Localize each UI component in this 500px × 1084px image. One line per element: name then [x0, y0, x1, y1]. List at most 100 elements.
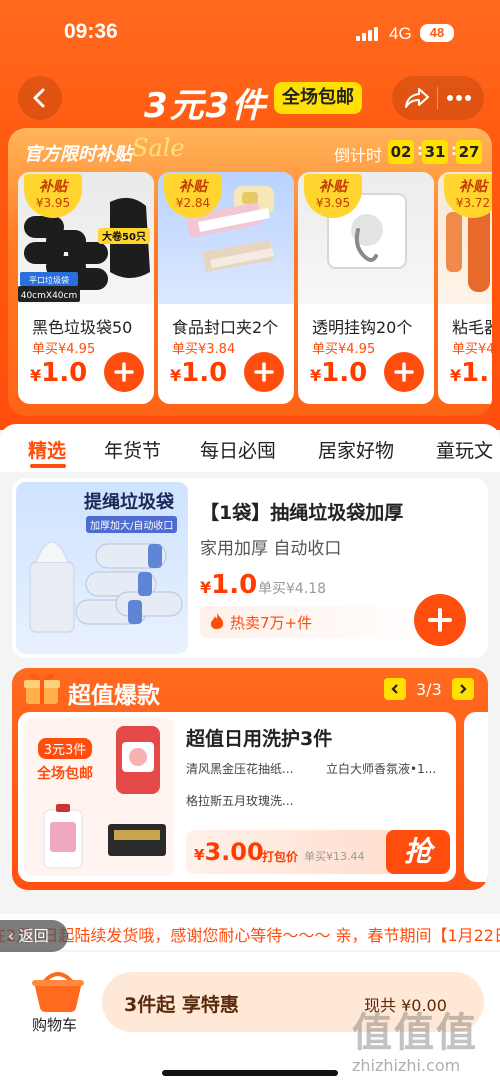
shampoo-bottle-image — [43, 804, 83, 869]
deal-price: ¥3.00 — [194, 838, 264, 866]
action-divider — [437, 87, 439, 109]
image-badge-text: 大卷50只 — [102, 230, 146, 243]
tab-active-indicator — [30, 464, 66, 468]
grab-button[interactable]: 抢 — [386, 830, 450, 874]
battery-icon: 48 — [420, 24, 454, 42]
countdown-seconds: 27 — [456, 140, 482, 164]
deal-tag-top: 3元3件 — [37, 738, 93, 759]
return-label: 返回 — [18, 927, 49, 945]
checkout-label: 3件起 享特惠 — [124, 994, 239, 1016]
price-value: 1.0 — [211, 570, 258, 600]
plus-icon — [254, 362, 274, 382]
subsidy-tag-label: 补贴 — [179, 179, 207, 195]
featured-product-name: 【1袋】抽绳垃圾袋加厚 — [200, 502, 404, 524]
hot-sales-text: 热卖7万+件 — [230, 614, 313, 632]
fire-icon — [210, 613, 224, 630]
hot-deals-section: 超值爆款 3/3 3元3件 全场包邮 超值日用洗护3件 清风黑金压花抽纸... … — [12, 668, 488, 890]
deals-pagination: 3/3 — [416, 680, 442, 699]
countdown-hours: 02 — [388, 140, 414, 164]
subsidy-amount: ¥2.84 — [175, 196, 211, 210]
category-tabs: 精选 年货节 每日必囤 居家好物 童玩文 — [0, 424, 500, 472]
price-value: 1.0 — [181, 358, 228, 388]
watermark-logo: 值值值 — [352, 1010, 478, 1056]
deals-title: 超值爆款 — [68, 683, 160, 709]
deal-shipping-tag: 3元3件 全场包邮 — [30, 738, 100, 786]
network-type: 4G — [389, 24, 412, 43]
subsidy-tag-label: 补贴 — [319, 179, 347, 195]
deal-card[interactable]: 3元3件 全场包邮 超值日用洗护3件 清风黑金压花抽纸... 立白大师香氛液•1… — [18, 712, 456, 882]
status-time: 09:36 — [64, 20, 118, 43]
deal-pack-label: 打包价 — [262, 850, 299, 864]
tab-daily[interactable]: 每日必囤 — [200, 436, 276, 463]
product-name: 粘毛器 — [452, 318, 492, 337]
subsidy-section: 官方限时补贴 Sale 倒计时 02 : 31 : 27 大卷50只 平口垃圾袋… — [8, 128, 492, 416]
watermark-url: zhizhizhi.com — [352, 1056, 461, 1075]
signal-icon — [356, 27, 378, 41]
image-type-text: 平口垃圾袋 — [29, 275, 69, 285]
price-value: 1.0 — [321, 358, 368, 388]
product-price: ¥1.0 — [170, 358, 228, 388]
deal-tag-bottom: 全场包邮 — [37, 766, 93, 782]
product-name: 透明挂钩20个 — [312, 318, 413, 337]
tab-featured[interactable]: 精选 — [28, 436, 66, 463]
deal-name: 超值日用洗护3件 — [186, 728, 333, 750]
back-button[interactable] — [18, 76, 62, 120]
more-icon[interactable] — [446, 94, 472, 102]
header-actions — [392, 76, 484, 120]
subsidy-product-card[interactable]: 大卷50只 平口垃圾袋 40cmX40cm 补贴 ¥3.95 黑色垃圾袋50 单… — [18, 172, 154, 404]
tissue-box-image — [108, 824, 166, 856]
deal-item: 清风黑金压花抽纸... — [186, 762, 294, 776]
share-icon[interactable] — [404, 87, 430, 109]
product-price: ¥1.0 — [30, 358, 88, 388]
add-to-cart-button[interactable] — [104, 352, 144, 392]
tab-new-year[interactable]: 年货节 — [104, 436, 161, 463]
plus-icon — [394, 362, 414, 382]
next-deal-card-peek[interactable] — [464, 712, 488, 882]
featured-product-image: 提绳垃圾袋 加厚加大/自动收口 — [16, 482, 188, 654]
cart-label: 购物车 — [32, 1016, 78, 1034]
notice-ticker: 在2月1日起陆续发货哦，感谢您耐心等待～～～ 亲，春节期间【1月22日 — [0, 914, 500, 950]
return-button[interactable]: ‹ 返回 — [0, 920, 68, 952]
sale-script: Sale — [132, 134, 185, 162]
ticker-text: 在2月1日起陆续发货哦，感谢您耐心等待～～～ 亲，春节期间【1月22日 — [0, 926, 500, 945]
tab-home[interactable]: 居家好物 — [318, 436, 394, 463]
price-value: 1.0 — [41, 358, 88, 388]
deal-item: 格拉斯五月玫瑰洗... — [186, 794, 294, 808]
featured-product-card[interactable]: 提绳垃圾袋 加厚加大/自动收口 【1袋】抽绳垃圾袋加厚 家用加厚 自动收口 ¥1… — [12, 478, 488, 658]
chevron-left-icon — [391, 684, 398, 694]
subsidy-amount: ¥3.95 — [35, 196, 71, 210]
featured-price: ¥1.0 — [200, 570, 258, 600]
chevron-left-icon — [33, 88, 45, 108]
product-price: ¥1. — [450, 358, 490, 388]
status-bar: 09:36 4G 48 — [0, 0, 500, 66]
subsidy-amount: ¥3.95 — [315, 196, 351, 210]
deals-next-button[interactable] — [452, 678, 474, 700]
subsidy-product-card[interactable]: 补贴 ¥2.84 食品封口夹2个 单买¥3.84 ¥1.0 — [158, 172, 294, 404]
subsidy-product-card[interactable]: 补贴 ¥3.72 粘毛器 单买¥4 ¥1. — [438, 172, 492, 404]
product-name: 黑色垃圾袋50 — [32, 318, 133, 337]
product-name: 食品封口夹2个 — [172, 318, 279, 337]
tab-kids[interactable]: 童玩文 — [436, 436, 493, 463]
product-price: ¥1.0 — [310, 358, 368, 388]
subsidy-product-card[interactable]: 补贴 ¥3.95 透明挂钩20个 单买¥4.95 ¥1.0 — [298, 172, 434, 404]
deal-price-bar: ¥3.00 打包价 单买¥13.44 抢 — [186, 830, 450, 874]
subsidy-tag-label: 补贴 — [39, 179, 67, 195]
subsidy-tag-label: 补贴 — [459, 179, 487, 195]
page-title: 3元3件 — [144, 86, 268, 126]
hot-sales-badge: 热卖7万+件 — [200, 606, 430, 638]
add-to-cart-button[interactable] — [414, 594, 466, 646]
add-to-cart-button[interactable] — [384, 352, 424, 392]
laundry-pouch-image — [116, 726, 160, 794]
add-to-cart-button[interactable] — [244, 352, 284, 392]
single-price: 单买¥4.95 — [312, 342, 376, 357]
single-price: 单买¥4 — [452, 342, 492, 357]
deals-prev-button[interactable] — [384, 678, 406, 700]
deal-image-grid: 3元3件 全场包邮 — [24, 718, 174, 876]
subsidy-title: 官方限时补贴 — [24, 144, 132, 165]
countdown-label: 倒计时 — [334, 146, 383, 165]
price-value: 1. — [461, 358, 490, 388]
plus-icon — [114, 362, 134, 382]
subsidy-amount: ¥3.72 — [455, 196, 491, 210]
deal-item: 立白大师香氛液•1... — [326, 762, 437, 776]
gift-box-icon — [24, 673, 60, 704]
